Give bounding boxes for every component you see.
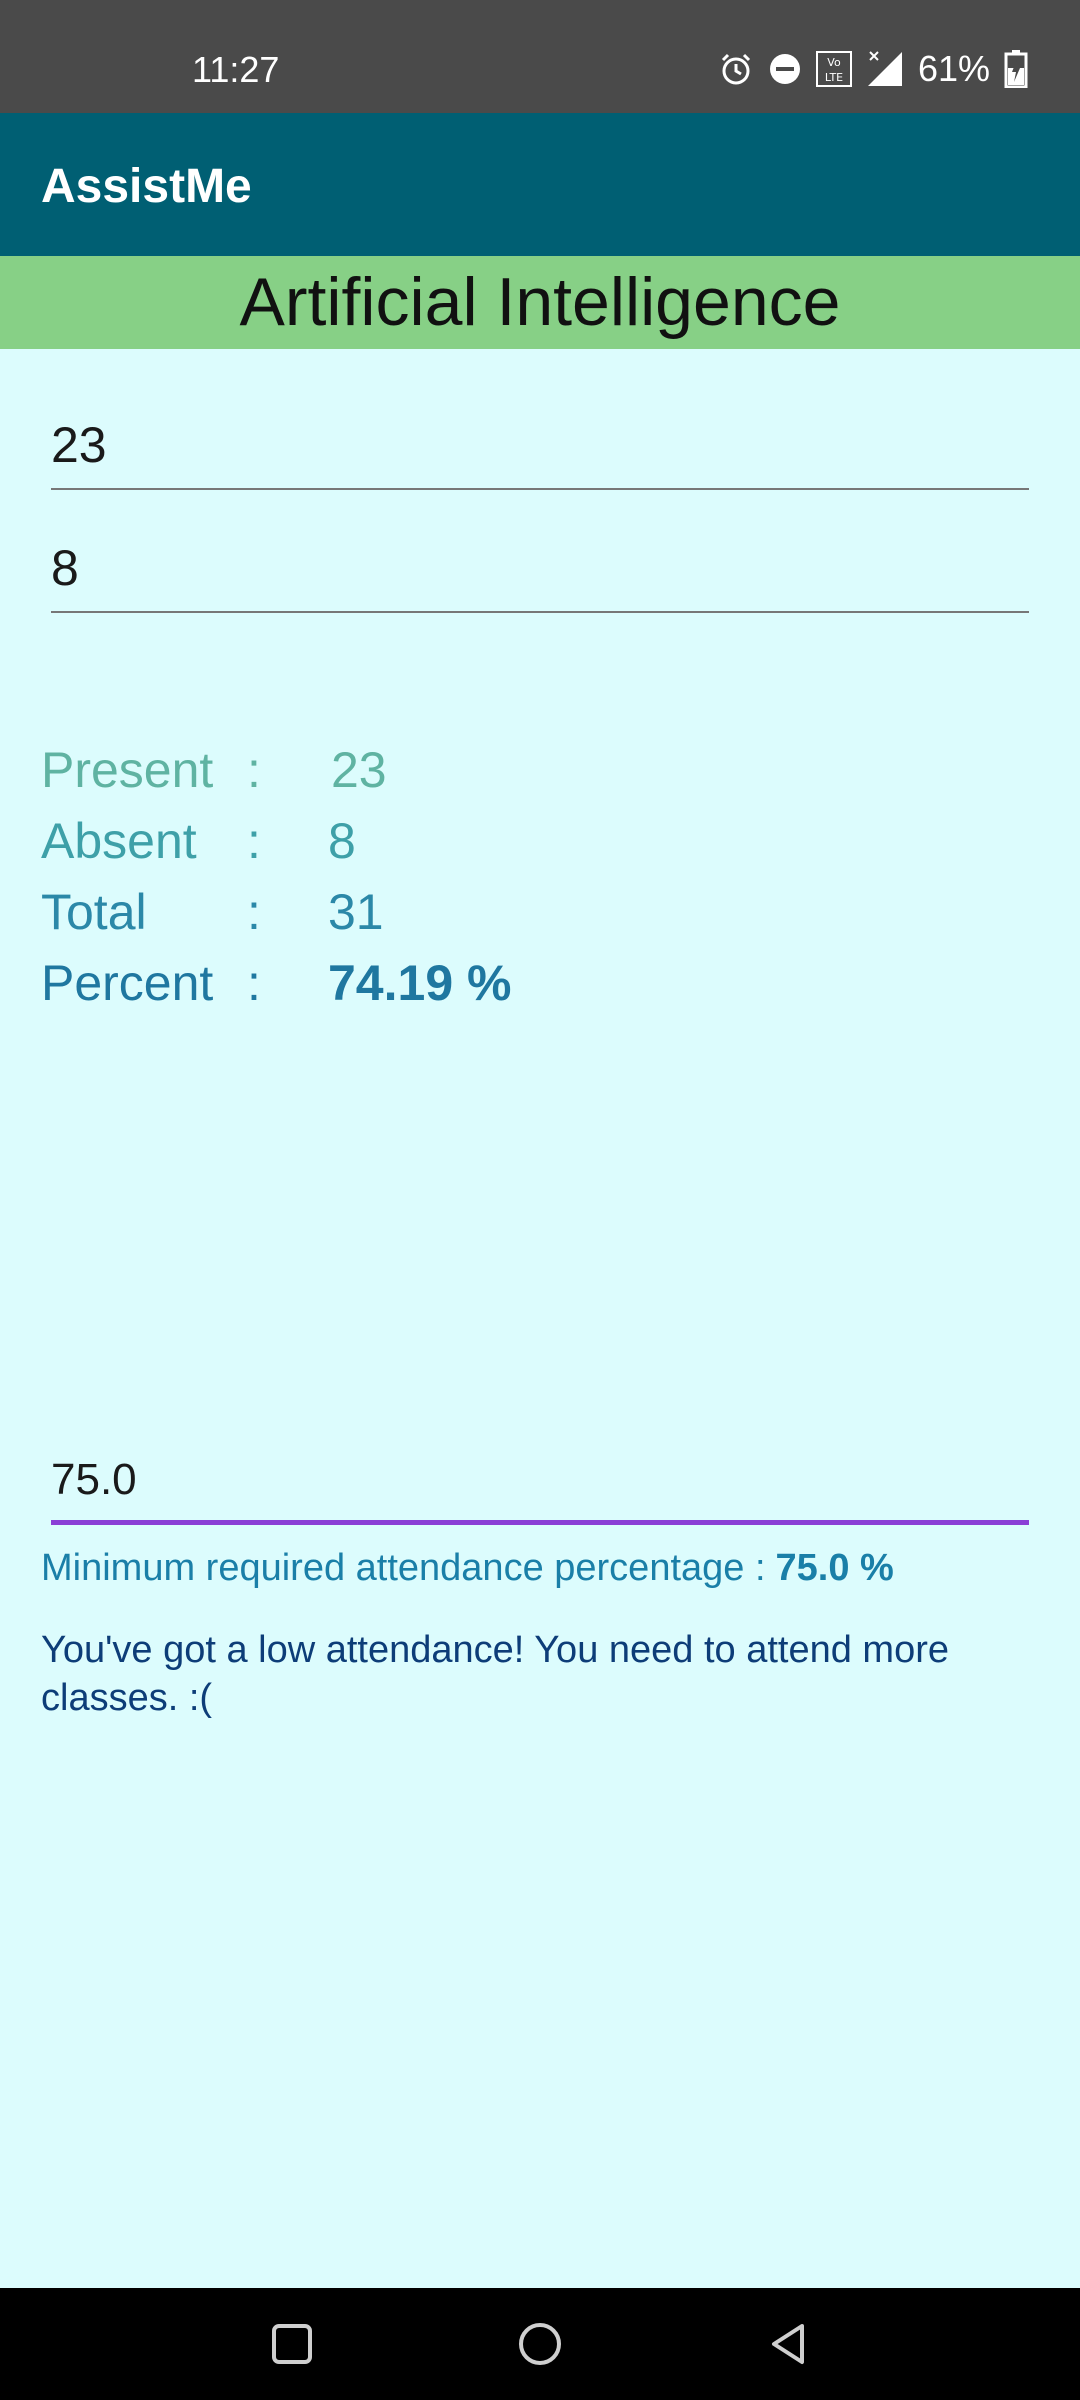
- attendance-message: You've got a low attendance! You need to…: [41, 1629, 950, 1719]
- min-required-label: Minimum required attendance percentage :: [41, 1547, 766, 1589]
- navigation-bar: [0, 2288, 1080, 2400]
- percent-colon: :: [247, 955, 261, 1011]
- svg-text:Vo: Vo: [827, 56, 841, 69]
- percent-label: Percent: [41, 955, 214, 1011]
- absent-value: 8: [328, 813, 356, 869]
- total-label: Total: [41, 884, 147, 940]
- percent-value: 74.19 %: [328, 955, 512, 1011]
- present-colon: :: [247, 742, 261, 798]
- circle-icon: [519, 2323, 561, 2365]
- subject-header: Artificial Intelligence: [0, 256, 1080, 349]
- stat-row-total: Total : 31: [41, 877, 741, 948]
- do-not-disturb-icon: [768, 52, 802, 86]
- back-button[interactable]: [762, 2318, 814, 2370]
- status-bar: 11:27 Vo LTE 61%: [0, 0, 1080, 113]
- total-colon: :: [247, 884, 261, 940]
- battery-text: 61%: [917, 48, 990, 89]
- present-label: Present: [41, 742, 214, 798]
- volte-icon: Vo LTE: [815, 51, 852, 87]
- attendance-stats: Present : 23 Absent : 8 Total : 31 Perce…: [41, 735, 741, 1019]
- recents-button[interactable]: [266, 2318, 318, 2370]
- signal-icon: [866, 50, 904, 88]
- stat-row-present: Present : 23: [41, 735, 741, 806]
- status-icons: Vo LTE 61%: [718, 46, 1028, 92]
- alarm-icon: [718, 51, 754, 87]
- absent-input[interactable]: 8: [51, 533, 1029, 613]
- stat-row-percent: Percent : 74.19 %: [41, 948, 741, 1019]
- back-triangle-icon: [772, 2324, 804, 2364]
- status-time: 11:27: [192, 49, 280, 90]
- subject-title: Artificial Intelligence: [239, 264, 841, 340]
- absent-label: Absent: [41, 813, 197, 869]
- total-value: 31: [328, 884, 384, 940]
- svg-text:LTE: LTE: [825, 71, 843, 84]
- home-button[interactable]: [514, 2318, 566, 2370]
- absent-colon: :: [247, 813, 261, 869]
- square-icon: [272, 2324, 312, 2364]
- app-bar: AssistMe: [0, 113, 1080, 256]
- present-value: 23: [331, 742, 387, 798]
- stat-row-absent: Absent : 8: [41, 806, 741, 877]
- app-title: AssistMe: [41, 160, 252, 213]
- battery-charging-icon: [1004, 50, 1028, 88]
- min-required-text: Minimum required attendance percentage :…: [41, 1540, 894, 1596]
- min-required-value: 75.0 %: [775, 1547, 894, 1589]
- present-input[interactable]: 23: [51, 410, 1029, 490]
- min-required-input[interactable]: 75.0: [51, 1445, 1029, 1525]
